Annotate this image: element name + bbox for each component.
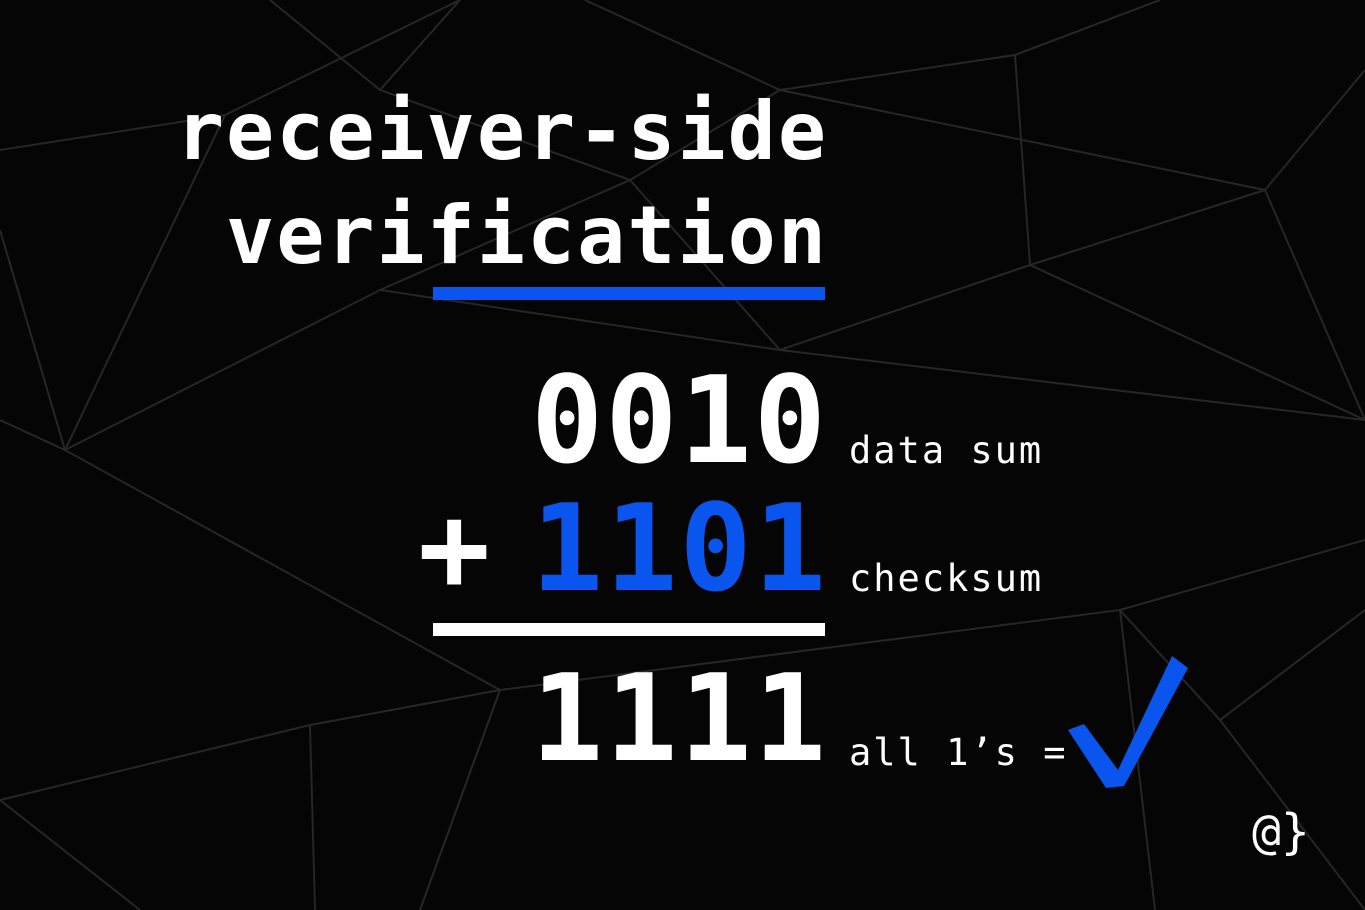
title-underline [433, 287, 825, 300]
sum-rule [433, 623, 825, 636]
logo: @} [1252, 804, 1310, 860]
operand-checksum: 1101 [531, 480, 828, 619]
title-line-2: verification [226, 189, 828, 282]
checkmark-icon [1068, 656, 1188, 788]
label-checksum: checksum [849, 557, 1044, 600]
operand-data-sum: 0010 [531, 352, 828, 491]
label-data-sum: data sum [849, 429, 1044, 472]
result-value: 1111 [531, 650, 828, 789]
plus-operator: + [418, 480, 491, 619]
title-line-1: receiver-side [175, 85, 828, 178]
label-result: all 1’s = [849, 731, 1068, 774]
